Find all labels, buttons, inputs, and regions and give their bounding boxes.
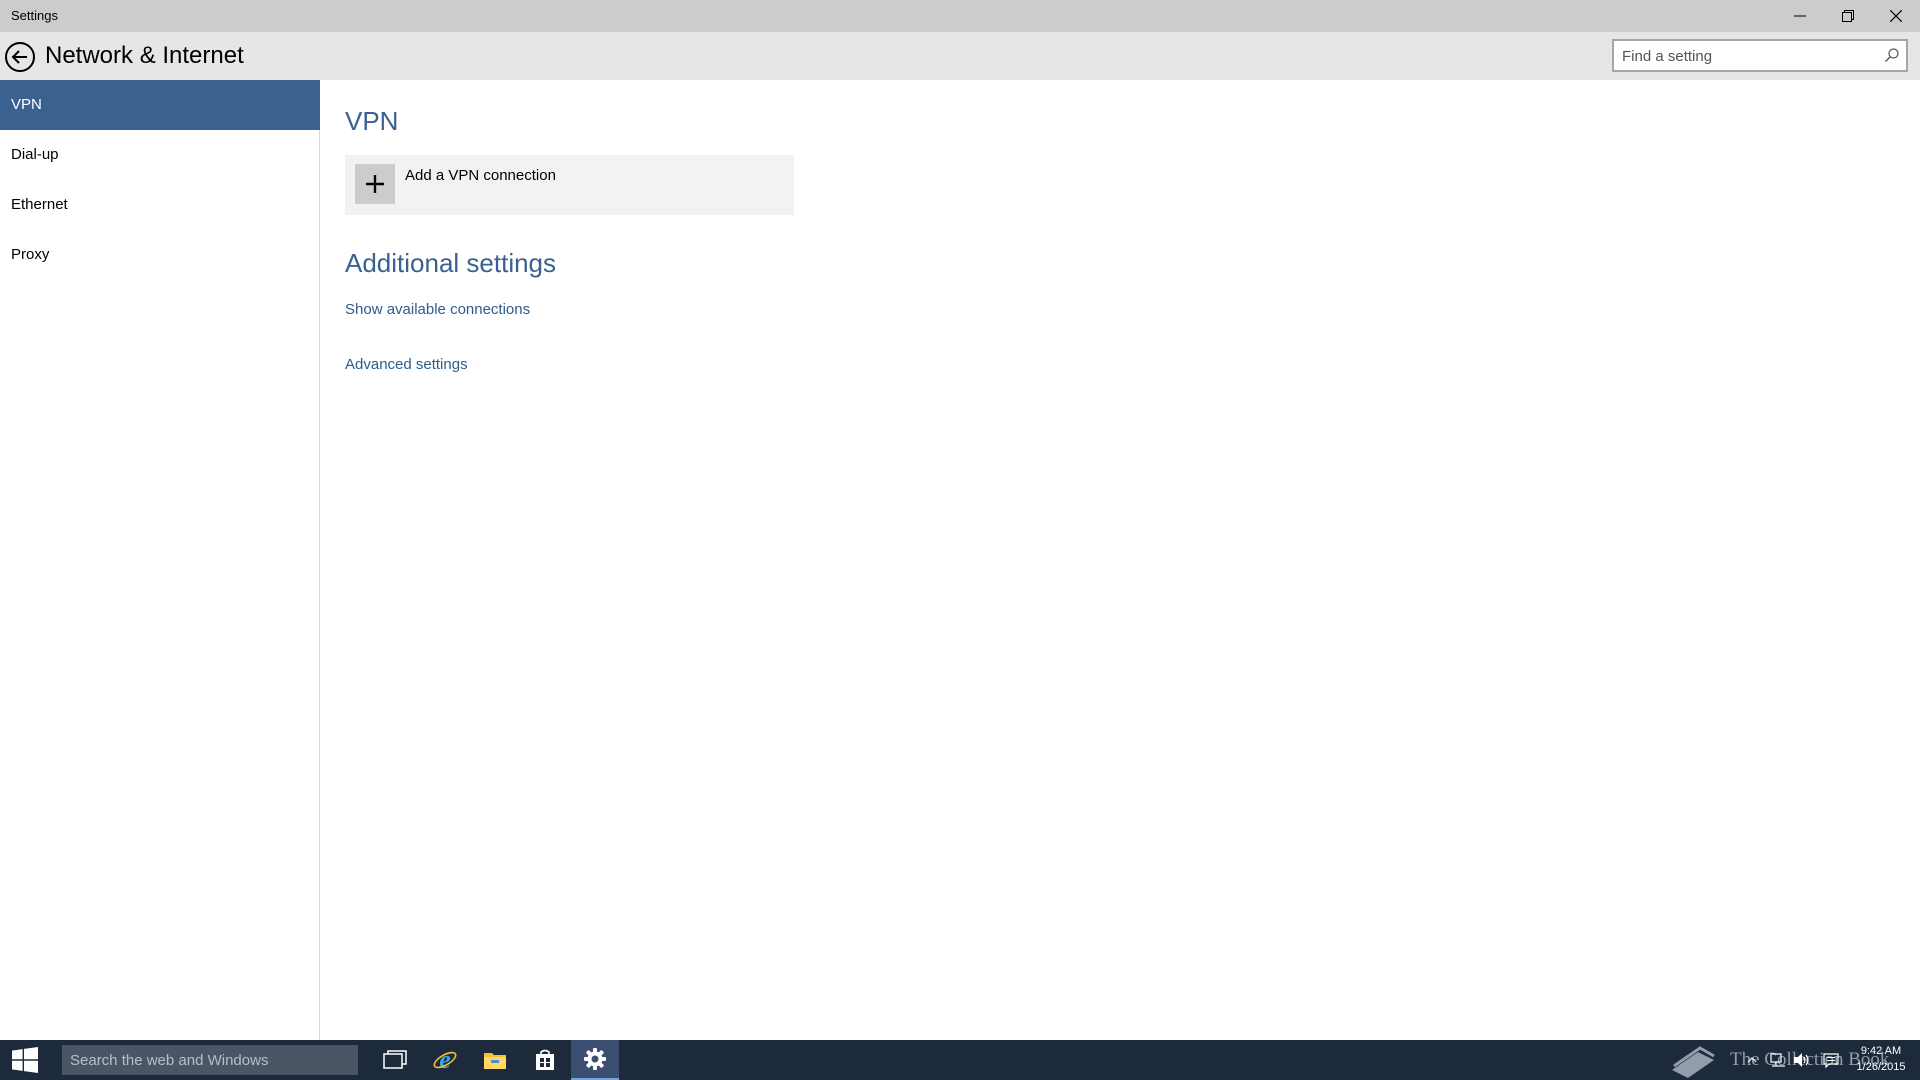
search-icon[interactable] xyxy=(1884,47,1900,63)
close-icon xyxy=(1890,10,1902,22)
additional-settings-title: Additional settings xyxy=(345,248,557,278)
store-icon xyxy=(536,1049,554,1070)
network-icon xyxy=(1770,1053,1785,1067)
internet-explorer-button[interactable]: e xyxy=(421,1040,469,1080)
sidebar-item-ethernet[interactable]: Ethernet xyxy=(0,180,320,230)
volume-tray-button[interactable] xyxy=(1790,1040,1814,1080)
title-bar: Settings xyxy=(0,0,1920,32)
show-hidden-icons-button[interactable] xyxy=(1742,1040,1762,1080)
minimize-button[interactable] xyxy=(1776,0,1824,32)
notification-icon xyxy=(1823,1053,1839,1068)
taskbar-clock[interactable]: 9:42 AM 1/26/2015 xyxy=(1848,1043,1914,1075)
clock-date: 1/26/2015 xyxy=(1856,1061,1906,1073)
settings-header: Network & Internet xyxy=(0,32,1920,80)
window-title: Settings xyxy=(11,8,58,23)
taskbar-search-input[interactable] xyxy=(62,1045,358,1075)
volume-icon xyxy=(1794,1053,1809,1067)
start-button[interactable] xyxy=(0,1040,50,1080)
store-button[interactable] xyxy=(521,1040,569,1080)
clock-time: 9:42 AM xyxy=(1860,1045,1902,1057)
add-vpn-connection-button[interactable]: Add a VPN connection xyxy=(345,155,794,215)
sidebar-item-dial-up[interactable]: Dial-up xyxy=(0,130,320,180)
windows-logo-icon xyxy=(12,1047,38,1073)
svg-text:e: e xyxy=(439,1047,451,1073)
restore-icon xyxy=(1842,10,1854,22)
find-setting-search[interactable] xyxy=(1612,39,1908,72)
taskbar-search-box[interactable] xyxy=(62,1045,358,1075)
main-content: VPN Add a VPN connection Additional sett… xyxy=(321,80,1920,1040)
advanced-settings-link[interactable]: Advanced settings xyxy=(345,356,468,373)
close-button[interactable] xyxy=(1872,0,1920,32)
sidebar: VPN Dial-up Ethernet Proxy xyxy=(0,80,320,1040)
show-available-connections-link[interactable]: Show available connections xyxy=(345,301,530,318)
search-input[interactable] xyxy=(1622,45,1872,67)
vpn-section-title: VPN xyxy=(345,106,399,136)
action-center-button[interactable] xyxy=(1818,1040,1844,1080)
restore-button[interactable] xyxy=(1824,0,1872,32)
sidebar-item-proxy[interactable]: Proxy xyxy=(0,230,320,280)
network-tray-button[interactable] xyxy=(1766,1040,1790,1080)
settings-taskbar-button[interactable] xyxy=(571,1040,619,1080)
plus-icon xyxy=(366,175,384,193)
back-button[interactable] xyxy=(4,41,36,73)
internet-explorer-icon: e xyxy=(433,1047,457,1073)
add-vpn-label: Add a VPN connection xyxy=(405,167,556,184)
chevron-up-icon xyxy=(1747,1057,1757,1063)
file-explorer-button[interactable] xyxy=(471,1040,519,1080)
file-explorer-icon xyxy=(484,1053,506,1069)
minimize-icon xyxy=(1794,15,1806,17)
book-logo-icon xyxy=(1672,1046,1715,1078)
back-arrow-icon xyxy=(5,42,35,72)
taskbar: e xyxy=(0,1040,1920,1080)
task-view-button[interactable] xyxy=(371,1040,419,1080)
sidebar-item-vpn[interactable]: VPN xyxy=(0,80,320,130)
page-title: Network & Internet xyxy=(45,42,244,69)
settings-icon xyxy=(584,1048,606,1070)
task-view-icon xyxy=(383,1050,407,1069)
add-icon-tile xyxy=(355,164,395,204)
